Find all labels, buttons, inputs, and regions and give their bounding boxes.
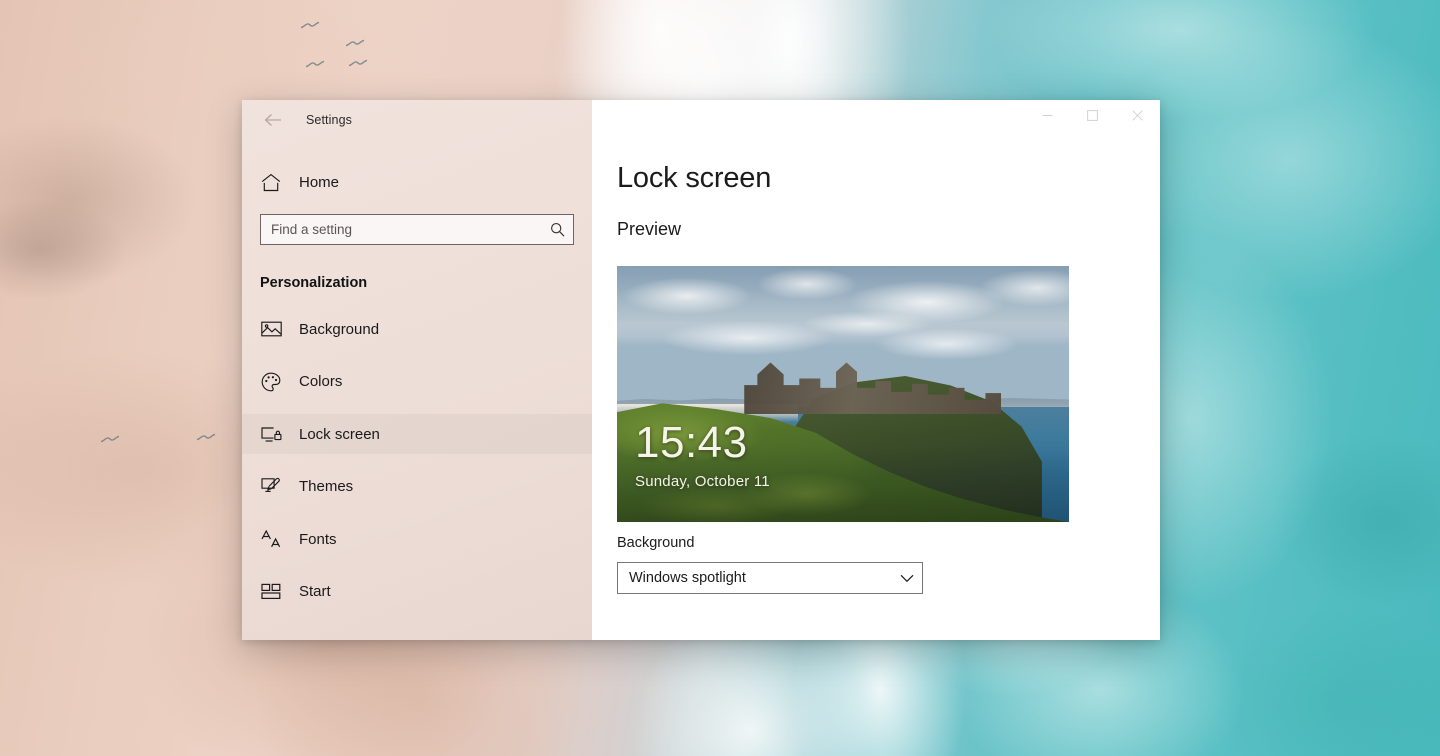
settings-sidebar: Settings Home [242,100,592,640]
sidebar-item-fonts[interactable]: Fonts [242,519,592,559]
lock-screen-preview: 15:43 Sunday, October 11 [617,266,1069,522]
sidebar-nav-list: Background Colors Lock screen Themes Fonts St… [242,309,592,612]
bird-icon [305,57,325,72]
sidebar-item-home[interactable]: Home [242,162,592,202]
window-titlebar-right [592,100,1160,140]
sidebar-item-colors[interactable]: Colors [242,362,592,402]
sidebar-item-label: Fonts [299,531,337,548]
bird-icon [345,36,365,51]
preview-heading: Preview [617,219,1160,240]
sidebar-item-lock-screen[interactable]: Lock screen [242,414,592,454]
sidebar-item-label: Colors [299,373,342,390]
sidebar-item-label: Themes [299,478,353,495]
chevron-down-icon[interactable] [900,574,914,583]
page-title: Lock screen [617,162,1160,195]
sidebar-item-label: Background [299,321,379,338]
search-box[interactable] [260,214,574,245]
desktop: Settings Home [0,0,1440,756]
settings-window: Settings Home [242,100,1160,640]
palette-icon [260,371,282,393]
lock-screen-icon [260,423,282,445]
background-field-label: Background [617,535,694,551]
settings-content-pane: Lock screen Preview 15:43 Sunday, Octobe… [592,100,1160,640]
home-icon [260,171,282,193]
search-input[interactable] [271,222,547,237]
bird-icon [300,18,320,33]
sidebar-item-background[interactable]: Background [242,309,592,349]
background-dropdown-value: Windows spotlight [629,570,900,586]
sidebar-item-label-home: Home [299,174,339,191]
sidebar-item-start[interactable]: Start [242,572,592,612]
lock-screen-clock: 15:43 Sunday, October 11 [635,421,770,490]
themes-icon [260,476,282,498]
minimize-button[interactable] [1025,100,1070,130]
back-arrow-icon[interactable] [256,106,290,134]
bird-icon [196,430,216,445]
sidebar-item-label: Lock screen [299,426,380,443]
start-icon [260,581,282,603]
background-dropdown[interactable]: Windows spotlight [617,562,923,594]
sidebar-section-heading: Personalization [260,275,592,291]
close-button[interactable] [1115,100,1160,130]
maximize-button[interactable] [1070,100,1115,130]
app-title: Settings [306,113,352,127]
bird-icon [100,432,120,447]
image-icon [260,318,282,340]
bird-icon [348,56,368,71]
lock-screen-time: 15:43 [635,421,770,465]
sidebar-item-label: Start [299,583,331,600]
fonts-icon [260,528,282,550]
lock-screen-date: Sunday, October 11 [635,473,770,490]
window-titlebar-left: Settings [242,100,592,140]
sidebar-item-themes[interactable]: Themes [242,467,592,507]
search-icon[interactable] [547,222,567,237]
